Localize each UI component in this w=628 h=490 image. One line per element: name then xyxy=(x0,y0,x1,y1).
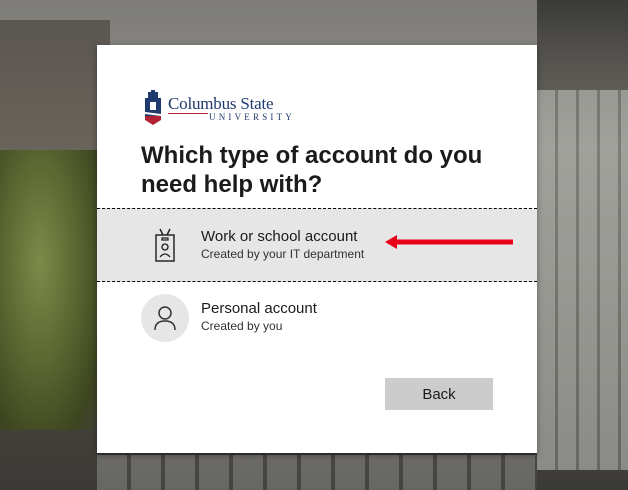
page-title: Which type of account do you need help w… xyxy=(141,142,483,198)
person-icon xyxy=(141,294,189,342)
logo-divider xyxy=(168,113,208,114)
option-title: Personal account xyxy=(201,300,317,317)
back-button[interactable]: Back xyxy=(385,378,493,410)
lighthouse-crest-icon xyxy=(145,90,161,125)
id-badge-icon xyxy=(141,220,189,268)
university-logo: Columbus State UNIVERSITY xyxy=(142,90,322,126)
logo-name: Columbus State xyxy=(168,94,274,113)
option-subtitle: Created by your IT department xyxy=(201,247,365,261)
option-subtitle: Created by you xyxy=(201,319,283,333)
logo-subtitle: UNIVERSITY xyxy=(209,112,295,122)
option-title: Work or school account xyxy=(201,228,358,245)
personal-account-option[interactable]: Personal account Created by you xyxy=(97,283,537,355)
red-arrow-icon xyxy=(385,235,513,249)
account-type-dialog: Columbus State UNIVERSITY Which type of … xyxy=(97,45,537,453)
